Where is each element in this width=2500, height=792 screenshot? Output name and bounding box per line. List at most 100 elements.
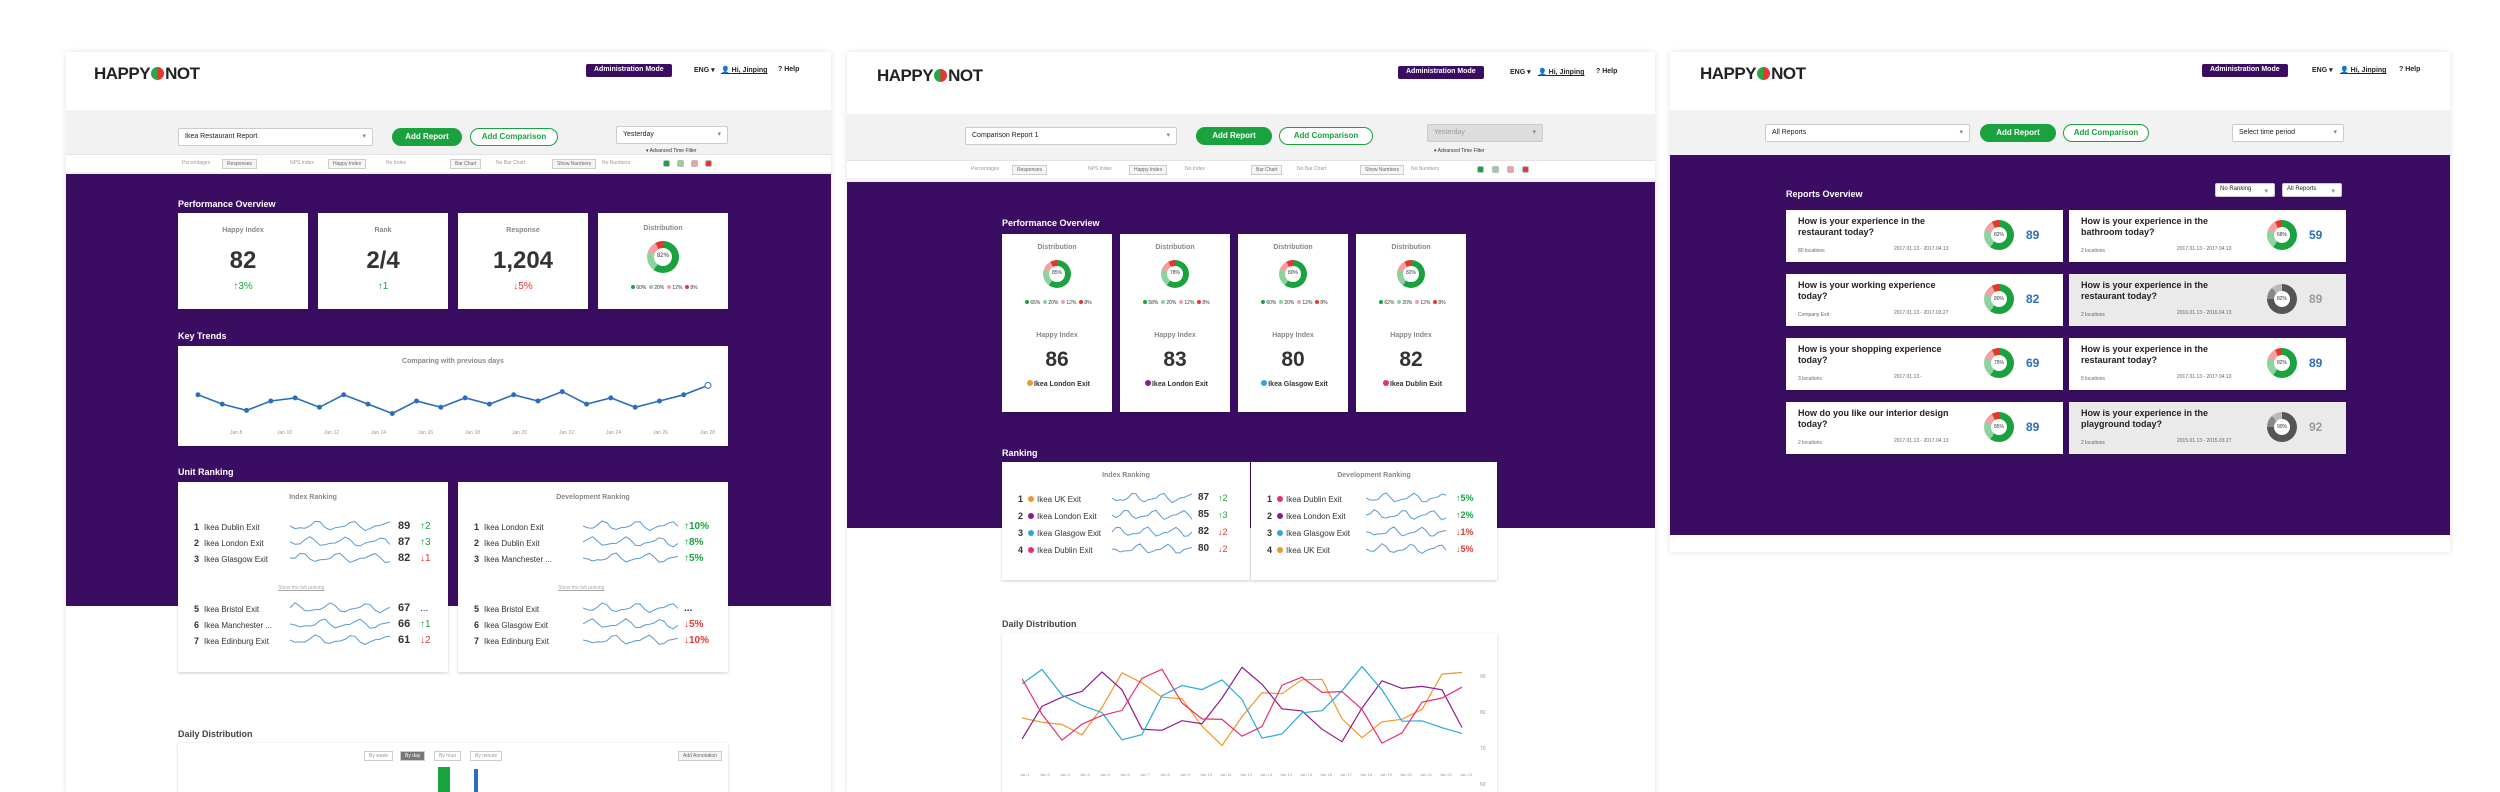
x-tick-label: Jan 3	[1060, 772, 1070, 777]
color-toggle-green[interactable]	[663, 160, 670, 167]
opt-percentages[interactable]: Percentages	[967, 165, 1003, 173]
development-ranking-row[interactable]: 3 Ikea Glasgow Exit	[1267, 528, 1350, 538]
index-ranking-row[interactable]: 4 Ikea Dublin Exit	[1018, 545, 1093, 555]
tab-by-hour[interactable]: By hour	[434, 751, 462, 761]
time-select-disabled[interactable]: Yesterday ▾	[1427, 124, 1543, 142]
add-report-button[interactable]: Add Report	[1980, 124, 2056, 142]
color-toggle-pink[interactable]	[1507, 166, 1514, 173]
index-ranking-row[interactable]: 3 Ikea Glasgow Exit	[1018, 528, 1101, 538]
index-ranking-row[interactable]: 7 Ikea Edinburg Exit	[194, 636, 269, 646]
opt-percentages[interactable]: Percentages	[178, 159, 214, 167]
add-annotation-button[interactable]: Add Annotation	[678, 751, 722, 761]
opt-responses[interactable]: Responses	[1012, 165, 1048, 175]
user-link[interactable]: 👤 Hi, Jinping	[721, 66, 767, 74]
opt-no-bar-chart[interactable]: No Bar Chart	[492, 159, 529, 167]
panel-comparison: HAPPY NOT Administration Mode ENG ▾ 👤 Hi,…	[847, 52, 1655, 792]
opt-nps[interactable]: NPS Index	[1084, 165, 1116, 173]
color-toggle-lightgreen[interactable]	[1492, 166, 1499, 173]
help-link[interactable]: ? Help	[2399, 66, 2420, 73]
time-select[interactable]: Select time period ▾	[2232, 124, 2344, 142]
user-link[interactable]: 👤 Hi, Jinping	[2340, 66, 2386, 74]
development-ranking-row[interactable]: 3 Ikea Manchester ...	[474, 554, 552, 564]
add-comparison-button[interactable]: Add Comparison	[470, 128, 558, 146]
opt-nps[interactable]: NPS Index	[286, 159, 318, 167]
admin-mode-button[interactable]: Administration Mode	[2202, 64, 2288, 77]
report-select[interactable]: Ikea Restaurant Report ▾	[178, 128, 373, 146]
show-full-ranking-link[interactable]: Show the full ranking	[278, 585, 324, 591]
development-ranking-row[interactable]: 7 Ikea Edinburg Exit	[474, 636, 549, 646]
rank-number: 3	[194, 554, 200, 564]
report-card[interactable]: How do you like our interior design toda…	[1786, 402, 2063, 454]
opt-show-numbers[interactable]: Show Numbers	[1360, 165, 1405, 175]
show-full-ranking-link[interactable]: Show the full ranking	[558, 585, 604, 591]
index-ranking-row[interactable]: 1 Ikea UK Exit	[1018, 494, 1081, 504]
development-ranking-row[interactable]: 4 Ikea UK Exit	[1267, 545, 1330, 555]
color-toggle-red[interactable]	[705, 160, 712, 167]
opt-show-numbers[interactable]: Show Numbers	[552, 159, 597, 169]
development-change: ↓5%	[684, 619, 704, 630]
advanced-time-filter[interactable]: ▾ Advanced Time Filter	[1434, 148, 1485, 154]
add-report-button[interactable]: Add Report	[392, 128, 462, 146]
language-select[interactable]: ENG ▾	[2312, 66, 2333, 74]
report-select[interactable]: Comparison Report 1 ▾	[965, 127, 1177, 145]
report-card[interactable]: How is your experience in the restaurant…	[1786, 210, 2063, 262]
admin-mode-button[interactable]: Administration Mode	[1398, 66, 1484, 79]
tab-by-minute[interactable]: By minute	[470, 751, 503, 761]
help-link[interactable]: ? Help	[778, 66, 799, 73]
unit-name: Ikea Bristol Exit	[204, 605, 260, 614]
index-ranking-row[interactable]: 2 Ikea London Exit	[194, 538, 264, 548]
color-toggle-green[interactable]	[1477, 166, 1484, 173]
opt-bar-chart[interactable]: Bar Chart	[1251, 165, 1283, 175]
tab-by-day[interactable]: By day	[400, 751, 426, 761]
x-tick-label: Jan 21	[1420, 772, 1433, 777]
opt-responses[interactable]: Responses	[222, 159, 258, 169]
admin-mode-button[interactable]: Administration Mode	[586, 64, 672, 77]
language-select[interactable]: ENG ▾	[694, 66, 715, 74]
development-ranking-row[interactable]: 1 Ikea London Exit	[474, 522, 544, 532]
index-ranking-row[interactable]: 5 Ikea Bristol Exit	[194, 604, 259, 614]
color-toggle-lightgreen[interactable]	[677, 160, 684, 167]
color-toggle-pink[interactable]	[691, 160, 698, 167]
color-toggle-red[interactable]	[1522, 166, 1529, 173]
tab-by-week[interactable]: By week	[364, 751, 393, 761]
development-ranking-row[interactable]: 1 Ikea Dublin Exit	[1267, 494, 1342, 504]
report-card[interactable]: How is your experience in the restaurant…	[2069, 274, 2346, 326]
reports-filter[interactable]: All Reports ▾	[2282, 183, 2342, 197]
user-link[interactable]: 👤 Hi, Jinping	[1538, 68, 1584, 76]
unit-name: Ikea London Exit	[1037, 512, 1097, 521]
sparkline	[1112, 492, 1192, 504]
trend-point	[195, 392, 201, 398]
development-ranking-row[interactable]: 2 Ikea Dublin Exit	[474, 538, 540, 548]
opt-no-numbers[interactable]: No Numbers	[598, 159, 634, 167]
language-select[interactable]: ENG ▾	[1510, 68, 1531, 76]
development-ranking-row[interactable]: 5 Ikea Bristol Exit	[474, 604, 539, 614]
add-comparison-button[interactable]: Add Comparison	[1279, 127, 1373, 145]
index-ranking-row[interactable]: 3 Ikea Glasgow Exit	[194, 554, 268, 564]
sparkline	[1112, 543, 1192, 554]
index-ranking-row[interactable]: 1 Ikea Dublin Exit	[194, 522, 260, 532]
bar-blue	[474, 769, 478, 792]
opt-happy-index[interactable]: Happy Index	[1129, 165, 1168, 175]
development-ranking-row[interactable]: 2 Ikea London Exit	[1267, 511, 1346, 521]
index-ranking-row[interactable]: 2 Ikea London Exit	[1018, 511, 1097, 521]
add-comparison-button[interactable]: Add Comparison	[2063, 124, 2149, 142]
opt-no-bar-chart[interactable]: No Bar Chart	[1293, 165, 1330, 173]
opt-bar-chart[interactable]: Bar Chart	[450, 159, 482, 169]
report-select[interactable]: All Reports ▾	[1765, 124, 1970, 142]
report-donut: 82%	[2267, 348, 2297, 378]
development-ranking-row[interactable]: 6 Ikea Glasgow Exit	[474, 620, 548, 630]
ranking-filter[interactable]: No Ranking ▾	[2215, 183, 2275, 197]
report-card[interactable]: How is your experience in the bathroom t…	[2069, 210, 2346, 262]
opt-no-index[interactable]: No Index	[1181, 165, 1209, 173]
report-card[interactable]: How is your working experience today? Com…	[1786, 274, 2063, 326]
report-card[interactable]: How is your experience in the restaurant…	[2069, 338, 2346, 390]
opt-no-index[interactable]: No Index	[382, 159, 410, 167]
time-select[interactable]: Yesterday ▾	[616, 126, 728, 144]
report-card[interactable]: How is your experience in the playground…	[2069, 402, 2346, 454]
report-card[interactable]: How is your shopping experience today? 3 …	[1786, 338, 2063, 390]
help-link[interactable]: ? Help	[1596, 68, 1617, 75]
opt-happy-index[interactable]: Happy Index	[328, 159, 367, 169]
add-report-button[interactable]: Add Report	[1196, 127, 1272, 145]
index-ranking-row[interactable]: 6 Ikea Manchester ...	[194, 620, 272, 630]
opt-no-numbers[interactable]: No Numbers	[1407, 165, 1443, 173]
